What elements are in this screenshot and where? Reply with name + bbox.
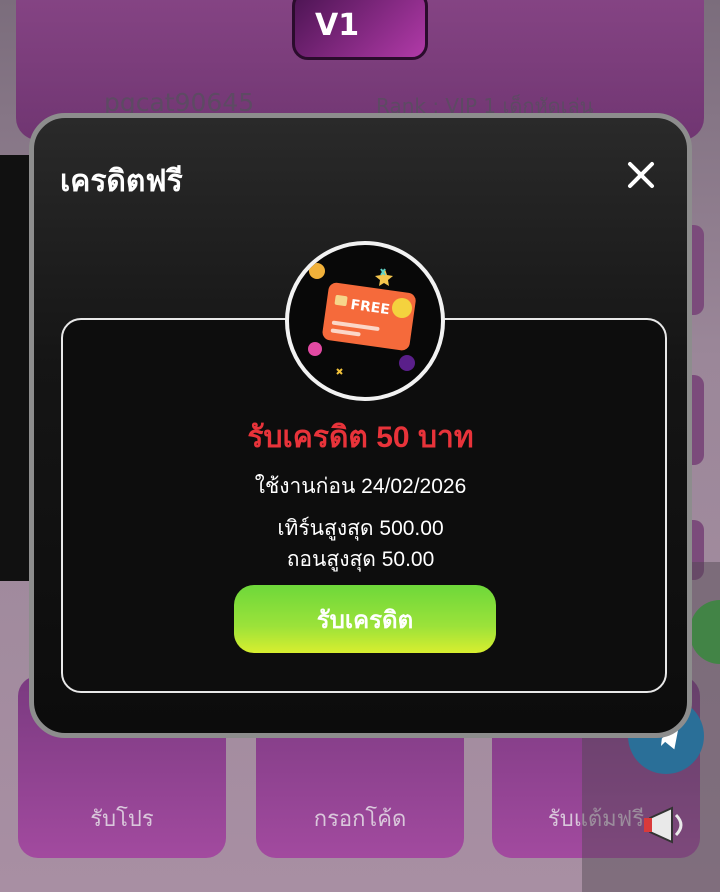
free-credit-card-icon: FREE xyxy=(285,241,445,401)
credit-card-illustration: FREE xyxy=(308,263,416,375)
modal-title: เครดิตฟรี xyxy=(60,165,183,198)
free-credit-modal: เครดิตฟรี FREE รับเครดิต 50 บาท ใช้งานก่… xyxy=(29,113,692,738)
left-side-strip xyxy=(0,155,30,581)
megaphone-icon[interactable] xyxy=(642,800,702,850)
bottom-tile-label: กรอกโค้ด xyxy=(313,807,407,832)
close-icon[interactable] xyxy=(624,158,658,192)
vip-badge-label: V1 xyxy=(315,7,360,43)
claim-credit-label: รับเครดิต xyxy=(316,606,414,634)
max-withdraw-text: ถอนสูงสุด 50.00 xyxy=(286,548,435,571)
bottom-tile-label: รับโปร xyxy=(90,807,154,832)
vip-badge: V1 xyxy=(292,0,428,60)
expiry-date-text: ใช้งานก่อน 24/02/2026 xyxy=(254,475,467,498)
max-turnover-text: เทิร์นสูงสุด 500.00 xyxy=(277,517,444,540)
claim-credit-button[interactable]: รับเครดิต xyxy=(234,585,496,653)
credit-amount-text: รับเครดิต 50 บาท xyxy=(247,421,474,454)
